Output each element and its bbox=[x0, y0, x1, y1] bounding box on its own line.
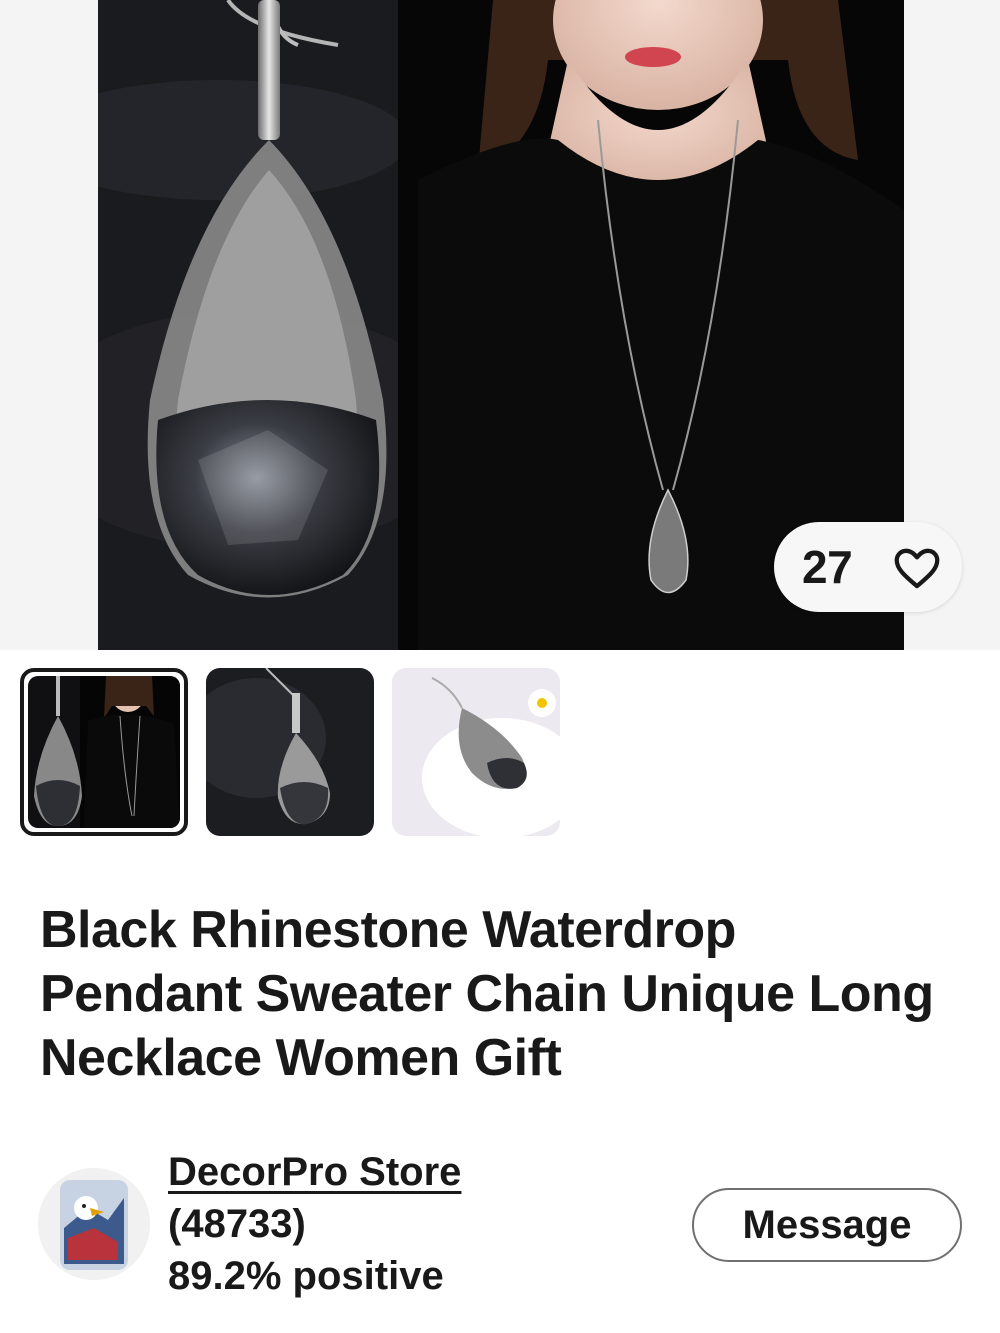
listing-title: Black Rhinestone Waterdrop Pendant Sweat… bbox=[40, 901, 934, 1087]
thumbnail-3[interactable] bbox=[392, 668, 560, 836]
watch-count: 27 bbox=[802, 541, 853, 593]
thumbnail-2[interactable] bbox=[206, 668, 374, 836]
seller-avatar[interactable] bbox=[38, 1168, 150, 1280]
heart-icon[interactable] bbox=[890, 540, 944, 594]
seller-positive-rating: 89.2% positive bbox=[168, 1254, 444, 1298]
seller-name-link[interactable]: DecorPro Store bbox=[168, 1150, 461, 1195]
message-button[interactable]: Message bbox=[692, 1188, 962, 1262]
main-product-image[interactable]: 27 bbox=[0, 0, 1000, 650]
seller-feedback-count: (48733) bbox=[168, 1202, 306, 1246]
thumbnail-1[interactable] bbox=[20, 668, 188, 836]
